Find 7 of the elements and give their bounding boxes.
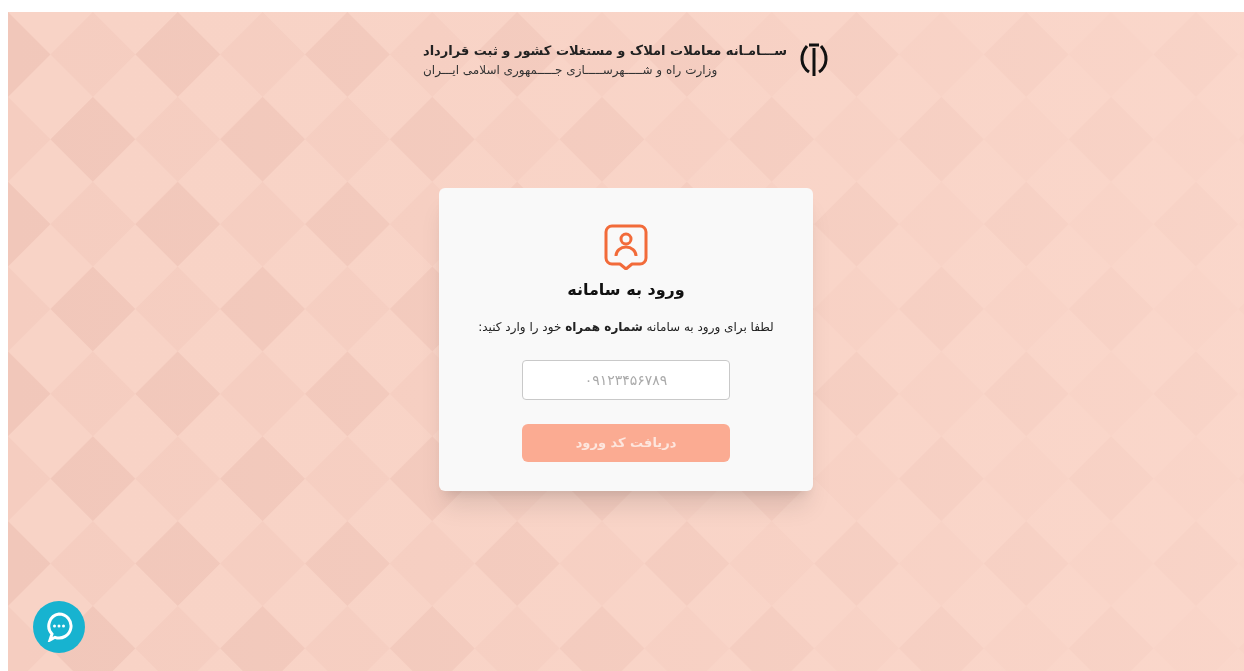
system-title: ســـامـانه معاملات املاک و مستغلات کشور و ثبت قرارداد [423, 42, 787, 61]
instruction-text: لطفا برای ورود به سامانه شماره همراه خود را وارد کنید: [478, 319, 774, 336]
user-icon [604, 224, 648, 270]
phone-input-field[interactable]: ۰۹۱۲۳۴۵۶۷۸۹ [522, 360, 730, 400]
chat-bubble-icon [45, 612, 73, 642]
ministry-subtitle: وزارت راه و شـــــهرســـــازی جـــــمهوری اسلامی ایـــران [423, 61, 718, 79]
login-heading: ورود به سامانه [567, 279, 685, 301]
